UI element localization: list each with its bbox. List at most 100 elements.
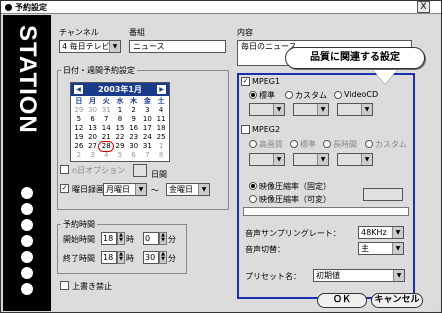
weekly-tilde: 〜 (151, 186, 159, 195)
mpeg2-option-select-1[interactable]: ▼ (249, 153, 285, 166)
end-hour-spinner[interactable]: ▲ ▼ (117, 251, 125, 264)
start-min-spinner[interactable]: ▲ ▼ (159, 232, 167, 245)
calendar-day[interactable]: 5 (113, 151, 127, 160)
calendar-day[interactable]: 2 (127, 106, 141, 115)
ok-button[interactable]: ＯＫ (317, 293, 367, 308)
day-option-count[interactable] (133, 164, 147, 177)
calendar-day[interactable]: 20 (86, 133, 100, 142)
audio-rate-select[interactable]: 48KHz ▼ (358, 226, 404, 239)
calendar-day[interactable]: 12 (72, 124, 86, 133)
calendar-day[interactable]: 23 (127, 133, 141, 142)
mpeg2-option-select-3[interactable]: ▼ (337, 153, 373, 166)
calendar-day[interactable]: 24 (141, 133, 155, 142)
compression-variable-radio[interactable] (249, 195, 257, 203)
calendar-day[interactable]: 22 (113, 133, 127, 142)
calendar-day[interactable]: 10 (141, 115, 155, 124)
end-min-spinner[interactable]: ▲ ▼ (159, 251, 167, 264)
window-title: 予約設定 (15, 3, 47, 12)
calendar-day[interactable]: 17 (141, 124, 155, 133)
calendar-day[interactable]: 25 (154, 133, 168, 142)
calendar-day-selected[interactable]: 28 (98, 141, 115, 152)
calendar-day[interactable]: 27 (86, 142, 100, 151)
mpeg2-standard-radio[interactable] (290, 140, 298, 148)
calendar-day[interactable]: 7 (141, 151, 155, 160)
calendar-day[interactable]: 6 (86, 115, 100, 124)
dot-icon (21, 267, 33, 279)
calendar-day[interactable]: 14 (99, 124, 113, 133)
calendar-day[interactable]: 30 (86, 106, 100, 115)
calendar-day[interactable]: 8 (113, 115, 127, 124)
calendar-day[interactable]: 4 (99, 151, 113, 160)
day-option-checkbox[interactable] (60, 165, 69, 174)
calendar-day[interactable]: 31 (99, 106, 113, 115)
mpeg1-standard-radio[interactable] (249, 91, 257, 99)
audio-switch-select[interactable]: 主 ▼ (358, 242, 404, 255)
mpeg2-high-radio[interactable] (249, 140, 257, 148)
start-min-input[interactable]: 0 (143, 232, 159, 245)
calendar-day[interactable]: 1 (154, 142, 168, 151)
close-button[interactable]: X (417, 1, 430, 13)
quality-callout: 品質に関連する設定 (285, 47, 425, 69)
calendar-day[interactable]: 15 (113, 124, 127, 133)
compression-slider[interactable] (243, 207, 409, 216)
mpeg1-videocd-radio[interactable] (334, 91, 342, 99)
weekly-from-select[interactable]: 月曜日 ▼ (103, 183, 147, 196)
calendar-day[interactable]: 3 (86, 151, 100, 160)
min-unit: 分 (168, 235, 176, 244)
start-hour-spinner[interactable]: ▲ ▼ (117, 232, 125, 245)
weekday-label: 月 (89, 97, 97, 105)
calendar-day[interactable]: 5 (72, 115, 86, 124)
mpeg1-option-select-1[interactable]: ▼ (249, 103, 285, 116)
mpeg1-custom-radio[interactable] (285, 91, 293, 99)
mpeg2-checkbox[interactable] (241, 125, 250, 134)
start-hour-input[interactable]: 18 (101, 232, 117, 245)
calendar[interactable]: 2003年1月 ◀ ▶ 日 月 火 水 木 金 土 29 30 31 1 2 3… (70, 82, 170, 162)
end-hour-input[interactable]: 18 (101, 251, 117, 264)
calendar-day[interactable]: 19 (72, 133, 86, 142)
calendar-day[interactable]: 9 (127, 115, 141, 124)
calendar-day[interactable]: 6 (127, 151, 141, 160)
dot-icon (21, 219, 33, 231)
calendar-day[interactable]: 1 (113, 106, 127, 115)
chevron-down-icon: ▼ (109, 41, 120, 52)
program-input[interactable]: ニュース (129, 40, 226, 53)
compression-value[interactable] (363, 188, 403, 201)
calendar-day[interactable]: 13 (86, 124, 100, 133)
mpeg2-custom-radio[interactable] (365, 140, 373, 148)
calendar-day[interactable]: 4 (154, 106, 168, 115)
calendar-day[interactable]: 7 (99, 115, 113, 124)
calendar-day[interactable]: 18 (154, 124, 168, 133)
program-label: 番組 (129, 28, 145, 37)
compression-fixed-label: 映像圧縮率（固定） (259, 182, 331, 191)
calendar-day[interactable]: 2 (72, 151, 86, 160)
preset-select[interactable]: 初期値 ▼ (313, 269, 405, 282)
mpeg1-videocd-label: VideoCD (344, 90, 379, 99)
compression-fixed-radio[interactable] (249, 182, 257, 190)
prev-month-button[interactable]: ◀ (74, 85, 83, 94)
calendar-day[interactable]: 29 (72, 106, 86, 115)
cancel-button[interactable]: キャンセル (371, 293, 423, 308)
calendar-day[interactable]: 16 (127, 124, 141, 133)
mpeg1-option-select-2[interactable]: ▼ (293, 103, 329, 116)
mpeg1-option-select-3[interactable]: ▼ (337, 103, 373, 116)
dot-icon (21, 187, 33, 199)
mpeg2-long-radio[interactable] (323, 140, 331, 148)
weekly-to-select[interactable]: 金曜日 ▼ (166, 183, 210, 196)
calendar-day[interactable]: 29 (113, 142, 127, 151)
weekly-checkbox[interactable]: ✓ (60, 184, 69, 193)
chevron-down-icon: ▼ (198, 184, 209, 195)
next-month-button[interactable]: ▶ (157, 85, 166, 94)
mpeg2-option-select-2[interactable]: ▼ (293, 153, 329, 166)
overwrite-checkbox[interactable] (60, 281, 69, 290)
end-min-input[interactable]: 30 (143, 251, 159, 264)
calendar-day[interactable]: 8 (154, 151, 168, 160)
channel-select[interactable]: 4 毎日テレビ ▼ (59, 40, 121, 53)
time-group-label: 予約時間 (61, 219, 97, 230)
calendar-day[interactable]: 21 (99, 133, 113, 142)
calendar-day[interactable]: 30 (127, 142, 141, 151)
calendar-day[interactable]: 26 (72, 142, 86, 151)
mpeg1-checkbox[interactable]: ✓ (241, 77, 250, 86)
calendar-day[interactable]: 11 (154, 115, 168, 124)
calendar-day[interactable]: 3 (141, 106, 155, 115)
calendar-day[interactable]: 31 (141, 142, 155, 151)
